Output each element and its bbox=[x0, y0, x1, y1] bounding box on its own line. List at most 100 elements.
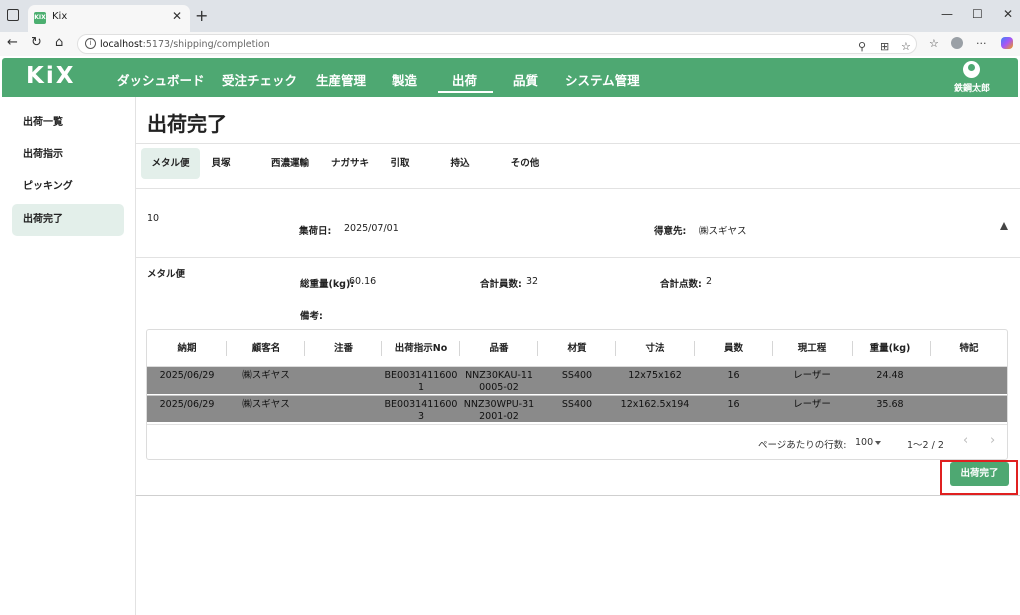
collapse-icon[interactable] bbox=[1000, 222, 1008, 230]
copilot-icon[interactable] bbox=[1001, 37, 1013, 49]
table-header: 納期 顧客名 注番 出荷指示No 品番 材質 寸法 員数 現工程 重量(kg) … bbox=[147, 330, 1007, 367]
extensions-icon[interactable]: ⊞ bbox=[880, 40, 889, 53]
column-header[interactable]: 寸法 bbox=[616, 330, 694, 367]
sidebar-item-shipping-list[interactable]: 出荷一覧 bbox=[12, 107, 124, 139]
content-bottom-divider bbox=[136, 495, 1020, 496]
column-header[interactable]: 員数 bbox=[694, 330, 773, 367]
cell-part-no: NNZ30KAU-11 0005-02 bbox=[465, 370, 533, 393]
title-divider bbox=[136, 143, 1020, 144]
minimize-icon[interactable]: — bbox=[941, 7, 953, 21]
user-name[interactable]: 鉄鋼太郎 bbox=[954, 81, 990, 94]
cell-due-date: 2025/06/29 bbox=[159, 370, 215, 381]
chevron-right-icon[interactable]: › bbox=[990, 433, 995, 448]
column-header[interactable]: 現工程 bbox=[773, 330, 851, 367]
pagination-range: 1〜2 / 2 bbox=[907, 440, 944, 451]
nav-dashboard[interactable]: ダッシュボード bbox=[117, 70, 205, 89]
rows-per-page-select[interactable]: 100 bbox=[855, 437, 873, 448]
kix-favicon-icon: KIX bbox=[34, 12, 46, 24]
tab-kaizuka[interactable]: 貝塚 bbox=[203, 148, 239, 179]
sidebar-item-shipping-complete[interactable]: 出荷完了 bbox=[12, 204, 124, 236]
tab-title: Kix bbox=[52, 11, 68, 22]
favorites-icon[interactable]: ☆ bbox=[929, 37, 939, 50]
table-row[interactable]: 2025/06/29 ㈱スギヤス BE0031411600 1 NNZ30KAU-… bbox=[147, 367, 1007, 394]
tab-nagasaki[interactable]: ナガサキ bbox=[326, 148, 374, 179]
browser-tab[interactable]: KIX Kix ✕ bbox=[28, 5, 190, 32]
browser-address-bar: ← ↻ ⌂ i localhost:5173/shipping/completi… bbox=[0, 32, 1020, 56]
sidebar-item-picking[interactable]: ピッキング bbox=[12, 171, 124, 203]
total-weight-label: 総重量(kg): bbox=[300, 279, 355, 290]
column-header[interactable]: 注番 bbox=[305, 330, 382, 367]
cell-dimensions: 12x75x162 bbox=[628, 370, 682, 381]
cell-customer: ㈱スギヤス bbox=[242, 399, 290, 410]
cell-staff: 16 bbox=[727, 370, 740, 381]
column-header[interactable]: 顧客名 bbox=[227, 330, 305, 367]
column-header[interactable]: 重量(kg) bbox=[851, 330, 929, 367]
tab-pickup[interactable]: 引取 bbox=[385, 148, 415, 179]
read-aloud-icon[interactable]: ⚲ bbox=[858, 40, 866, 53]
chevron-left-icon[interactable]: ‹ bbox=[963, 433, 968, 448]
app-header: KiX ダッシュボード 受注チェック 生産管理 製造 出荷 品質 システム管理 … bbox=[2, 58, 1018, 97]
total-items-label: 合計点数: bbox=[660, 279, 702, 290]
nav-shipping[interactable]: 出荷 bbox=[437, 70, 494, 93]
favorite-icon[interactable]: ☆ bbox=[901, 40, 911, 53]
cell-customer: ㈱スギヤス bbox=[242, 370, 290, 381]
carrier-name: メタル便 bbox=[147, 269, 186, 280]
total-weight-value: 60.16 bbox=[349, 276, 377, 287]
browser-tab-bar: KIX Kix ✕ + — ☐ ✕ bbox=[0, 0, 1020, 32]
column-header[interactable]: 材質 bbox=[538, 330, 616, 367]
url-text: localhost:5173/shipping/completion bbox=[100, 39, 270, 50]
pickup-date-label: 集荷日: bbox=[299, 226, 332, 237]
shipment-id: 10 bbox=[147, 213, 160, 224]
tab-other[interactable]: その他 bbox=[506, 148, 544, 179]
total-items-value: 2 bbox=[706, 276, 713, 287]
tab-metal-bin[interactable]: メタル便 bbox=[141, 148, 200, 179]
sidebar-toggle-icon[interactable] bbox=[7, 9, 19, 21]
nav-production[interactable]: 生産管理 bbox=[316, 70, 366, 89]
total-staff-value: 32 bbox=[526, 276, 539, 287]
maximize-icon[interactable]: ☐ bbox=[972, 7, 983, 21]
back-icon[interactable]: ← bbox=[7, 35, 18, 50]
nav-system[interactable]: システム管理 bbox=[565, 70, 640, 89]
column-header[interactable]: 納期 bbox=[147, 330, 227, 367]
table-row[interactable]: 2025/06/29 ㈱スギヤス BE0031411600 3 NNZ30WPU-… bbox=[147, 395, 1007, 422]
site-info-icon[interactable]: i bbox=[85, 38, 96, 49]
nav-order-check[interactable]: 受注チェック bbox=[222, 70, 297, 89]
page-title: 出荷完了 bbox=[147, 112, 227, 136]
close-tab-icon[interactable]: ✕ bbox=[172, 9, 182, 23]
home-icon[interactable]: ⌂ bbox=[55, 35, 63, 50]
customer-value: ㈱スギヤス bbox=[699, 226, 747, 237]
cell-due-date: 2025/06/29 bbox=[159, 399, 215, 410]
cell-dimensions: 12x162.5x194 bbox=[620, 399, 690, 410]
kix-logo[interactable]: KiX bbox=[26, 63, 75, 89]
new-tab-icon[interactable]: + bbox=[195, 6, 208, 25]
tab-seino[interactable]: 西濃運輸 bbox=[265, 148, 315, 179]
sidebar-item-shipping-instruction[interactable]: 出荷指示 bbox=[12, 139, 124, 171]
user-icon[interactable] bbox=[963, 61, 980, 78]
rows-per-page-label: ページあたりの行数: bbox=[758, 440, 847, 451]
cell-process: レーザー bbox=[793, 370, 831, 381]
customer-label: 得意先: bbox=[654, 226, 687, 237]
complete-shipping-button[interactable]: 出荷完了 bbox=[950, 462, 1009, 486]
cell-material: SS400 bbox=[561, 399, 593, 410]
more-icon[interactable]: ··· bbox=[976, 37, 987, 50]
cell-part-no: NNZ30WPU-31 2001-02 bbox=[463, 399, 535, 422]
nav-manufacturing[interactable]: 製造 bbox=[392, 70, 417, 89]
column-header[interactable]: 出荷指示No bbox=[382, 330, 460, 367]
reload-icon[interactable]: ↻ bbox=[31, 35, 42, 50]
table-footer-divider bbox=[147, 424, 1007, 425]
summary-divider bbox=[136, 257, 1020, 258]
column-header[interactable]: 品番 bbox=[460, 330, 538, 367]
url-input[interactable]: i localhost:5173/shipping/completion ⚲ ⊞… bbox=[77, 34, 917, 54]
note-label: 備考: bbox=[300, 311, 323, 322]
sidebar: 出荷一覧 出荷指示 ピッキング 出荷完了 bbox=[2, 97, 136, 615]
tab-bring-in[interactable]: 持込 bbox=[445, 148, 475, 179]
cell-weight: 24.48 bbox=[876, 370, 904, 381]
profile-icon[interactable] bbox=[951, 37, 963, 49]
close-window-icon[interactable]: ✕ bbox=[1003, 7, 1013, 21]
cell-weight: 35.68 bbox=[876, 399, 904, 410]
nav-quality[interactable]: 品質 bbox=[513, 70, 538, 89]
dropdown-caret-icon[interactable] bbox=[875, 441, 881, 445]
column-header[interactable]: 特記 bbox=[930, 330, 1008, 367]
cell-process: レーザー bbox=[793, 399, 831, 410]
pickup-date-value: 2025/07/01 bbox=[344, 223, 399, 234]
